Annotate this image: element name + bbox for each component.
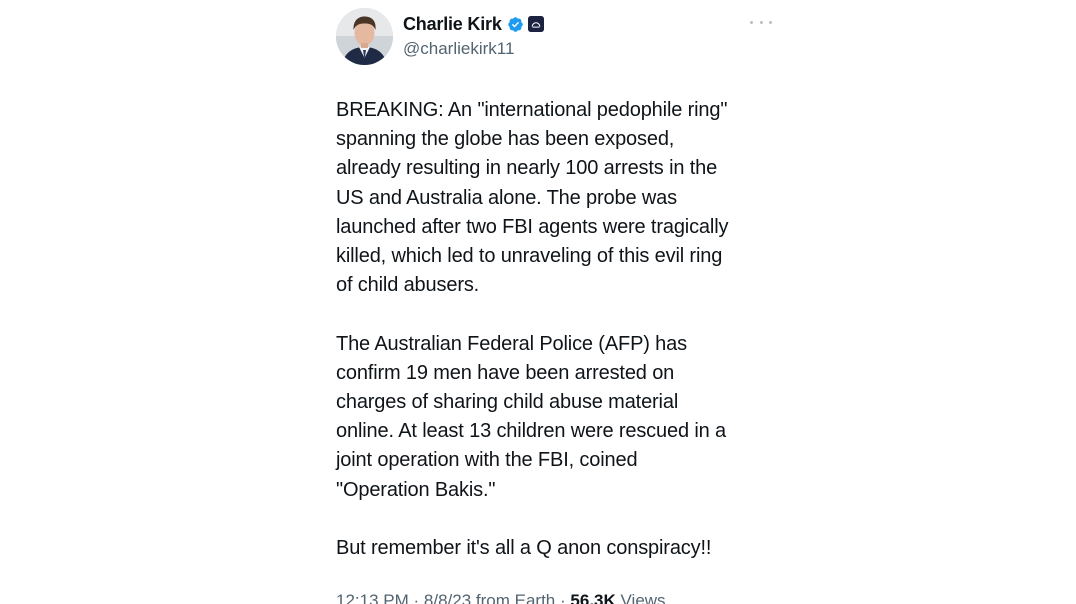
ellipsis-icon[interactable] [750,18,772,26]
meta-separator: · [560,591,566,604]
organization-badge-icon[interactable] [527,16,544,32]
tweet: Charlie Kirk @charliekirk11 BREAKING: An… [336,6,776,604]
tweet-source: from Earth [475,591,556,604]
dot-icon [759,20,763,24]
tweet-paragraph-1: BREAKING: An "international pedophile ri… [336,99,729,297]
tweet-header: Charlie Kirk @charliekirk11 [336,6,776,68]
meta-separator: · [413,591,420,604]
tweet-date[interactable]: 8/8/23 [424,591,471,604]
author-handle[interactable]: @charliekirk11 [403,39,514,59]
tweet-meta: 12:13 PM · 8/8/23 from Earth · 56.3K Vie… [336,591,666,604]
display-name[interactable]: Charlie Kirk [403,14,502,35]
tweet-paragraph-2: The Australian Federal Police (AFP) has … [336,332,727,501]
verified-badge-icon [507,16,524,33]
author-name-row[interactable]: Charlie Kirk [403,13,544,35]
profile-photo-icon [336,8,393,65]
dot-icon [750,20,753,24]
tweet-paragraph-3: But remember it's all a Q anon conspirac… [336,537,712,560]
views-count[interactable]: 56.3K [570,591,615,604]
tweet-time[interactable]: 12:13 PM [336,591,409,604]
avatar[interactable] [336,8,393,65]
views-label: Views [620,591,666,604]
dot-icon [769,20,772,24]
tweet-text: BREAKING: An "international pedophile ri… [336,96,776,592]
